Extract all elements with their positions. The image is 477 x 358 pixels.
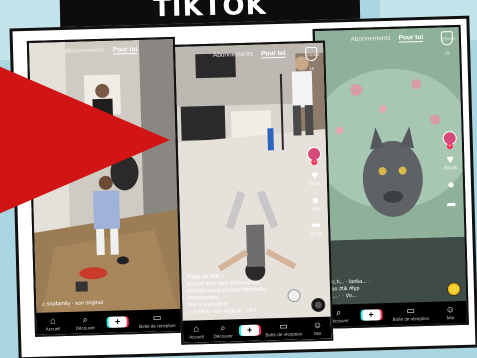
home-icon: ⌂ xyxy=(193,322,200,333)
create-icon: + xyxy=(108,315,127,328)
profile-icon: ☺ xyxy=(312,319,323,330)
avatar xyxy=(306,146,322,162)
like-count: 32,1k xyxy=(309,180,321,187)
heart-icon: ♥ xyxy=(446,152,455,167)
nav-discover[interactable]: ⌕ Découvrir xyxy=(74,313,96,331)
comment-icon: ● xyxy=(447,177,455,192)
nav-inbox-label: Boîte de réception xyxy=(265,330,303,337)
inbox-icon: ▭ xyxy=(279,320,288,331)
music-label[interactable]: ♫ snafamily · son original · xyxy=(41,300,106,308)
nav-discover-label: Découvrir xyxy=(75,324,96,331)
action-rail: ♥32,1k ●9,8k ➦62,3k xyxy=(306,146,323,237)
nav-home[interactable]: ⌂ Accueil xyxy=(185,322,207,340)
heart-icon: ♥ xyxy=(310,167,319,183)
nav-profile-label: Moi xyxy=(313,330,322,336)
like-button[interactable]: ♥ 391,0k xyxy=(443,152,458,171)
search-icon: ⌕ xyxy=(335,306,342,317)
phone-right: Abonnements Pour toi COVID-19 ♥391,0k ● … xyxy=(312,24,469,329)
tab-following[interactable]: Abonnements xyxy=(350,35,390,44)
nav-create[interactable]: + xyxy=(239,324,261,336)
like-button[interactable]: ♥ 32,1k xyxy=(309,167,321,187)
nav-profile-label: Moi xyxy=(446,314,455,320)
nav-profile[interactable]: ☺ Moi xyxy=(439,304,461,320)
create-icon: + xyxy=(361,308,381,321)
creator-avatar[interactable] xyxy=(306,146,322,162)
tab-following[interactable]: Abonnements xyxy=(213,51,253,60)
covid-badge-icon[interactable]: COVID-19 xyxy=(305,46,320,71)
bottom-nav: ⌂ Accueil ⌕ Découvrir + ▭ Boîte de réceptio… xyxy=(36,308,181,335)
search-icon: ⌕ xyxy=(82,313,88,325)
video-caption: @c.h... · lanka... · #ton #tik #fyp ♫ ..… xyxy=(327,277,438,301)
nav-home-label: Accueil xyxy=(45,325,61,332)
comment-button[interactable]: ● xyxy=(447,177,455,192)
nav-inbox[interactable]: ▭ Boîte de réception xyxy=(392,304,430,322)
covid-badge-icon[interactable]: COVID-19 xyxy=(440,31,456,55)
page-title: TIKTOK xyxy=(152,0,267,24)
share-icon: ➦ xyxy=(446,197,457,212)
nav-inbox-label: Boîte de réception xyxy=(138,322,176,329)
nav-create[interactable]: + xyxy=(360,308,382,321)
avatar xyxy=(442,131,457,146)
tab-for-you[interactable]: Pour toi xyxy=(112,45,138,55)
nav-home-label: Accueil xyxy=(189,333,204,340)
share-button[interactable]: ➦ xyxy=(446,197,457,212)
nav-discover-label: Découvrir xyxy=(213,332,233,339)
share-icon: ➦ xyxy=(310,217,322,233)
tab-for-you[interactable]: Pour toi xyxy=(398,33,424,43)
nav-create[interactable]: + xyxy=(106,315,128,328)
like-count: 391,0k xyxy=(443,165,458,171)
share-button[interactable]: ➦ 62,3k xyxy=(310,217,322,237)
create-icon: + xyxy=(240,324,259,336)
nav-inbox-label: Boîte de réception xyxy=(392,315,430,322)
nav-home[interactable]: ⌂ Accueil xyxy=(42,314,64,332)
home-icon: ⌂ xyxy=(49,314,56,325)
inbox-icon: ▭ xyxy=(152,311,162,323)
share-count: 62,3k xyxy=(310,230,322,237)
comment-button[interactable]: ● 9,8k xyxy=(311,192,320,212)
tab-following[interactable]: Abonnements xyxy=(65,47,105,56)
profile-icon: ☺ xyxy=(445,303,455,314)
nav-inbox[interactable]: ▭ Boîte de réception xyxy=(265,320,303,337)
nav-profile[interactable]: ☺ Moi xyxy=(306,319,328,336)
search-icon: ⌕ xyxy=(220,322,226,333)
comment-icon: ● xyxy=(311,192,320,208)
action-rail: ♥391,0k ● ➦ xyxy=(442,131,458,212)
video-caption: Plaps en dédi ✓ #paratt #fyp #pof #foryo… xyxy=(186,271,305,316)
bottom-nav: ⌕ Découvrir + ▭ Boîte de réception ☺ Moi xyxy=(322,300,467,327)
nav-inbox[interactable]: ▭ Boîte de réception xyxy=(138,311,176,329)
inbox-icon: ▭ xyxy=(406,304,416,316)
tab-for-you[interactable]: Pour toi xyxy=(260,49,286,59)
red-arrow-icon xyxy=(0,64,170,216)
phone-center: Abonnements Pour toi COVID-19 ♥32,1k ●9,… xyxy=(172,40,334,345)
bottom-nav: ⌂ Accueil ⌕ Découvrir + ▭ Boîte de réceptio… xyxy=(182,316,332,343)
creator-avatar[interactable] xyxy=(442,131,457,146)
comment-count: 9,8k xyxy=(311,205,320,212)
nav-discover[interactable]: ⌕ Découvrir xyxy=(212,322,234,339)
